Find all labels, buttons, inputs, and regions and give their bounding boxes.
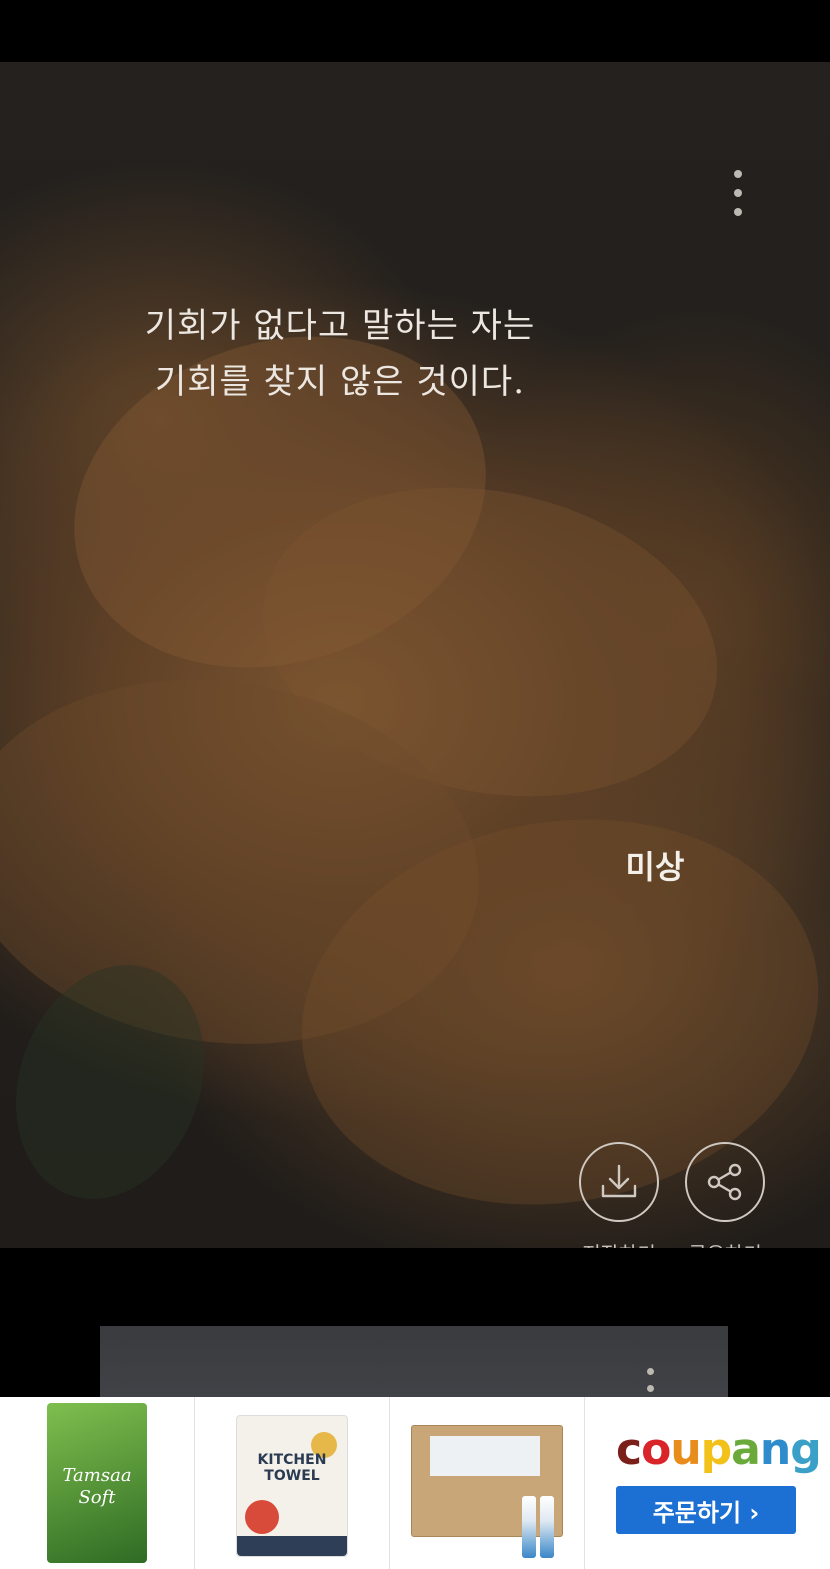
share-button[interactable]: 공유하기	[680, 1142, 770, 1248]
quote-text: 기회가 없다고 말하는 자는 기회를 찾지 않은 것이다.	[80, 298, 600, 410]
product-image-batteries[interactable]	[411, 1425, 563, 1558]
next-quote-card	[100, 1326, 728, 1406]
download-icon[interactable]	[579, 1142, 659, 1222]
status-bar	[0, 0, 830, 62]
ad-product-2[interactable]: KITCHEN TOWEL	[195, 1397, 390, 1569]
rose-background-image	[0, 62, 830, 1248]
product-3-name	[430, 1436, 540, 1476]
coupang-logo: coupang	[616, 1424, 822, 1475]
save-button[interactable]: 저장하기	[574, 1142, 664, 1248]
more-options-icon[interactable]	[728, 170, 748, 216]
order-button[interactable]: 주문하기 ›	[616, 1486, 796, 1534]
product-2-name: KITCHEN TOWEL	[257, 1452, 327, 1484]
save-label: 저장하기	[574, 1238, 664, 1248]
battery-icon	[522, 1496, 536, 1558]
quote-line-1: 기회가 없다고 말하는 자는	[144, 306, 536, 346]
share-label: 공유하기	[680, 1238, 770, 1248]
battery-icon	[540, 1496, 554, 1558]
product-image-kitchen-towel[interactable]: KITCHEN TOWEL	[236, 1415, 348, 1557]
product-image-tissue[interactable]: Tamsaa Soft	[47, 1403, 147, 1563]
quote-card: 기회가 없다고 말하는 자는 기회를 찾지 않은 것이다. 미상 저장하기 공유…	[0, 62, 830, 1248]
ad-product-1[interactable]: Tamsaa Soft	[0, 1397, 195, 1569]
product-1-name: Tamsaa Soft	[62, 1465, 132, 1508]
quote-line-2: 기회를 찾지 않은 것이다.	[154, 362, 526, 402]
ad-product-3[interactable]	[390, 1397, 585, 1569]
coupang-ad[interactable]: coupang 주문하기 ›	[596, 1400, 826, 1569]
quote-author: 미상	[625, 848, 685, 886]
share-icon[interactable]	[685, 1142, 765, 1222]
